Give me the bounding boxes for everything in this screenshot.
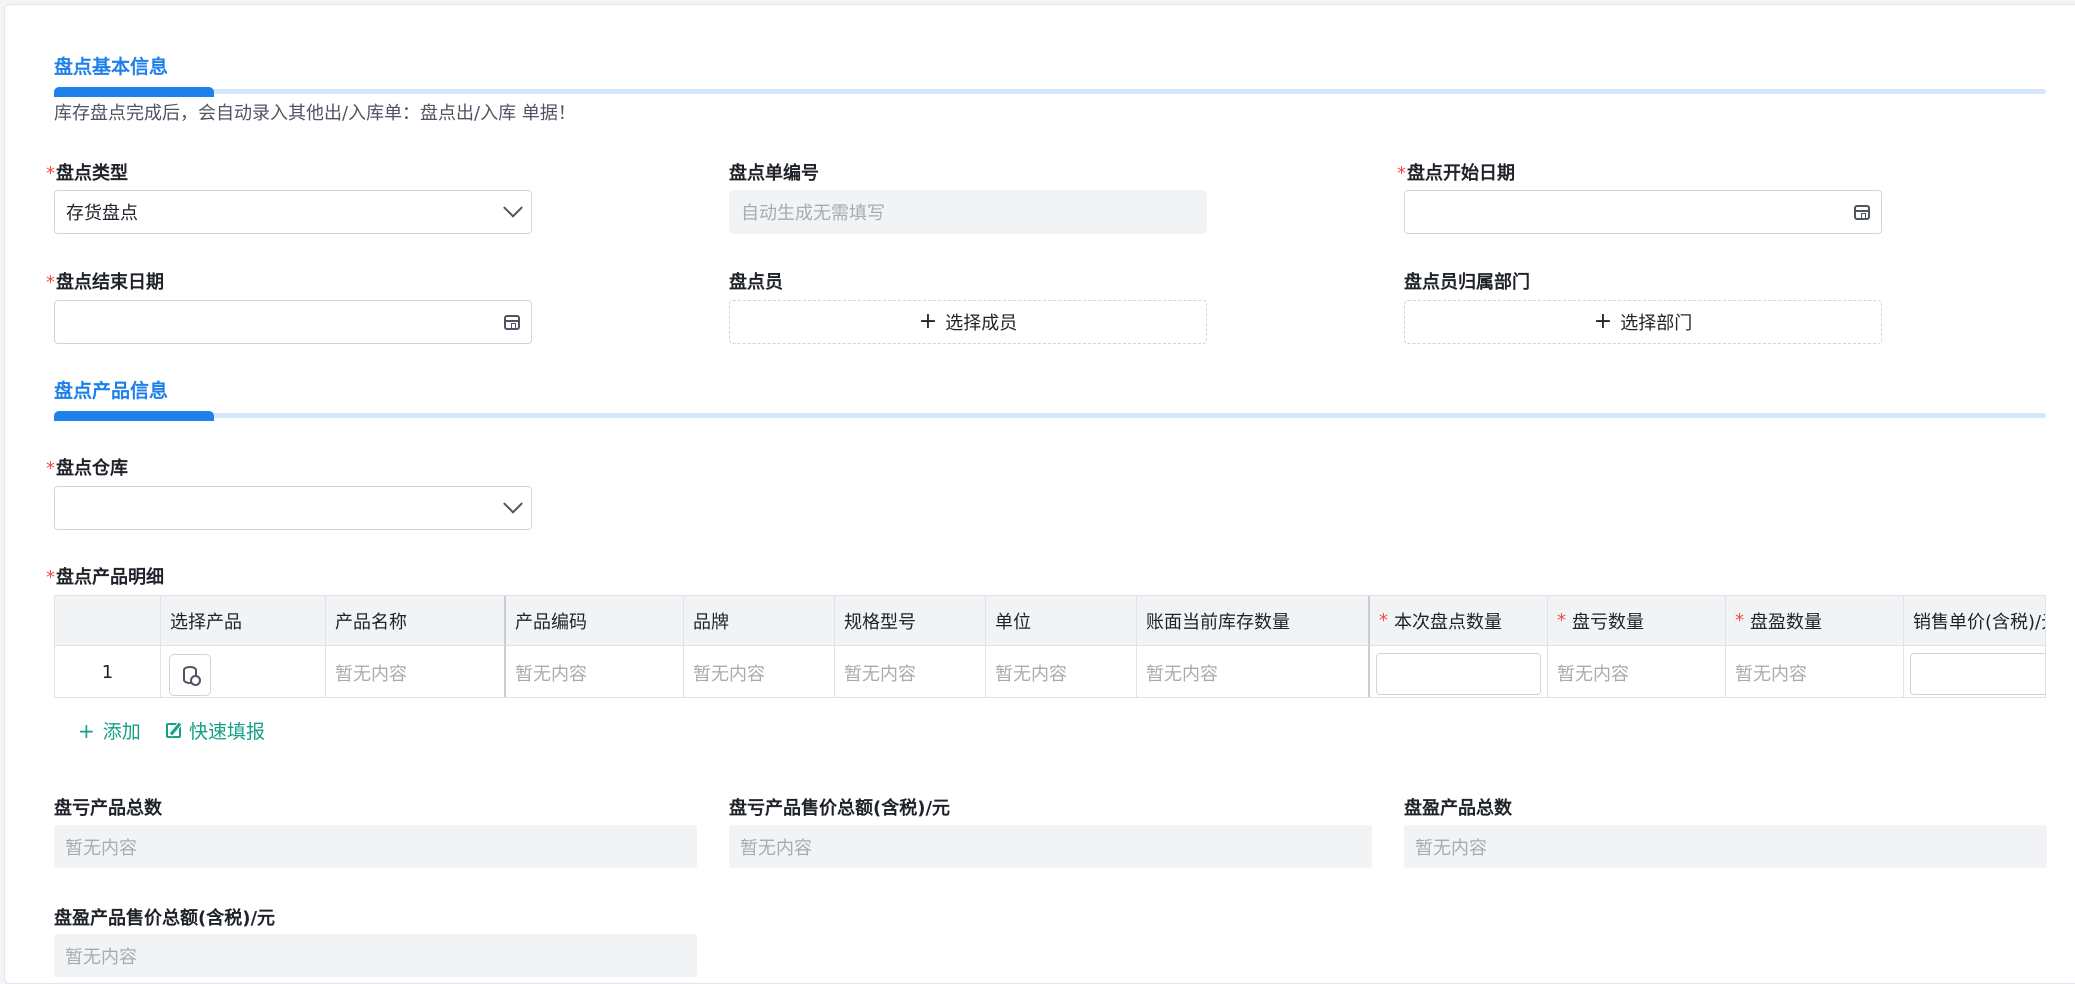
order-no-field: 自动生成无需填写 (729, 190, 1207, 234)
loss-count-label: 盘亏产品总数 (54, 798, 162, 819)
detail-label: *盘点产品明细 (46, 567, 164, 588)
gain-amount-value: 暂无内容 (54, 934, 697, 977)
end-date-picker[interactable] (54, 300, 532, 344)
database-icon (183, 666, 201, 686)
type-select[interactable]: 存货盘点 (54, 190, 532, 234)
table-cell: 暂无内容 (506, 646, 684, 697)
select-dept-label: 选择部门 (1620, 313, 1693, 334)
start-date-picker[interactable] (1404, 190, 1882, 234)
table-header-required: * 盘亏数量 (1548, 596, 1726, 646)
select-member-button[interactable]: + 选择成员 (729, 300, 1207, 344)
table-cell: 暂无内容 (986, 646, 1137, 697)
table-cell: 暂无内容 (1137, 646, 1370, 697)
section-divider-accent (54, 87, 214, 97)
table-cell: 暂无内容 (326, 646, 506, 697)
gain-count-label: 盘盈产品总数 (1404, 798, 1512, 819)
table-header-required: * 盘盈数量 (1726, 596, 1904, 646)
table-header: 品牌 (684, 596, 835, 646)
quick-fill-button[interactable]: 快速填报 (166, 717, 265, 744)
table-cell: 暂无内容 (1548, 646, 1726, 697)
row-index: 1 (55, 646, 161, 697)
table-cell: 暂无内容 (684, 646, 835, 697)
order-no-label: 盘点单编号 (729, 163, 819, 184)
chevron-down-icon (503, 493, 523, 514)
type-select-value: 存货盘点 (66, 203, 138, 224)
plus-icon: + (78, 718, 95, 743)
loss-count-value: 暂无内容 (54, 825, 697, 868)
section-title-product: 盘点产品信息 (54, 380, 169, 402)
calendar-icon (504, 314, 520, 330)
warehouse-label: *盘点仓库 (46, 458, 128, 479)
end-date-label: *盘点结束日期 (46, 272, 164, 293)
loss-amount-label: 盘亏产品售价总额(含税)/元 (729, 798, 951, 819)
product-detail-table: 选择产品 产品名称 产品编码 品牌 规格型号 单位 账面当前库存数量 * 本次盘点… (54, 595, 2046, 698)
gain-count-value: 暂无内容 (1404, 825, 2047, 868)
table-header: 销售单价(含税)/元 (1904, 596, 2045, 646)
calendar-icon (1854, 204, 1870, 220)
add-row-button[interactable]: + 添加 (78, 717, 141, 744)
table-header: 单位 (986, 596, 1137, 646)
count-input[interactable] (1376, 653, 1541, 695)
table-header: 产品编码 (506, 596, 684, 646)
plus-icon: + (918, 309, 938, 334)
table-header: 产品名称 (326, 596, 506, 646)
table-header: 账面当前库存数量 (1137, 596, 1370, 646)
section-divider-product (54, 411, 2046, 421)
edit-icon (166, 723, 181, 738)
inventory-notice: 库存盘点完成后，会自动录入其他出/入库单：盘点出/入库 单据！ (54, 103, 576, 124)
member-label: 盘点员 (729, 272, 783, 293)
table-header-index (55, 596, 161, 646)
table-header: 规格型号 (835, 596, 986, 646)
type-label: *盘点类型 (46, 163, 128, 184)
warehouse-select[interactable] (54, 486, 532, 530)
dept-label: 盘点员归属部门 (1404, 272, 1530, 293)
section-divider-accent (54, 411, 214, 421)
table-header-required: * 本次盘点数量 (1370, 596, 1548, 646)
quick-fill-label: 快速填报 (189, 721, 266, 743)
table-cell: 暂无内容 (835, 646, 986, 697)
price-input[interactable] (1910, 653, 2045, 695)
select-dept-button[interactable]: + 选择部门 (1404, 300, 1882, 344)
table-cell: 暂无内容 (1726, 646, 1904, 697)
section-divider-basic (54, 87, 2046, 97)
loss-amount-value: 暂无内容 (729, 825, 1372, 868)
chevron-down-icon (503, 197, 523, 218)
select-member-label: 选择成员 (945, 313, 1018, 334)
section-title-basic: 盘点基本信息 (54, 56, 169, 78)
add-row-label: 添加 (102, 721, 141, 743)
select-product-button[interactable] (169, 654, 211, 696)
gain-amount-label: 盘盈产品售价总额(含税)/元 (54, 908, 276, 929)
start-date-label: *盘点开始日期 (1397, 163, 1515, 184)
order-no-placeholder: 自动生成无需填写 (741, 203, 885, 224)
table-header: 选择产品 (161, 596, 326, 646)
plus-icon: + (1593, 309, 1613, 334)
